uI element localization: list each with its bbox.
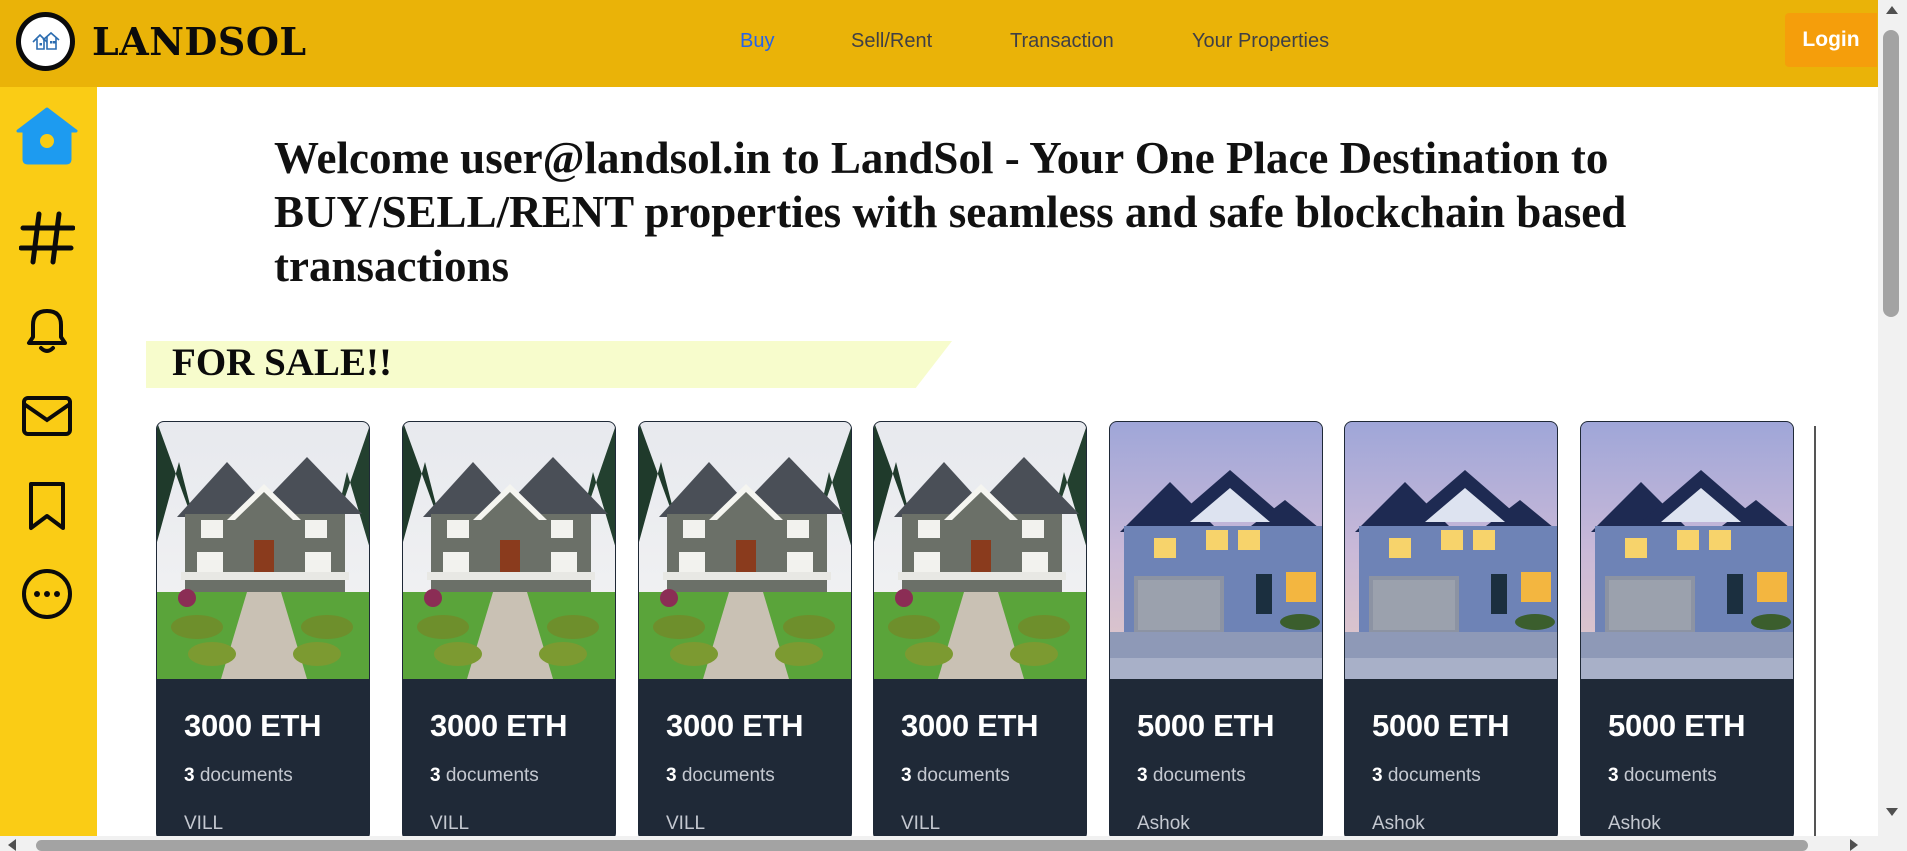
- listing-card[interactable]: 5000 ETH 3 documents Ashok: [1580, 421, 1794, 841]
- listing-price: 5000 ETH: [1137, 708, 1275, 743]
- listing-price: 5000 ETH: [1372, 708, 1510, 743]
- listing-card[interactable]: 5000 ETH 3 documents Ashok: [1109, 421, 1323, 841]
- horizontal-scrollbar-thumb[interactable]: [36, 840, 1808, 851]
- nav-transaction[interactable]: Transaction: [1010, 30, 1114, 53]
- listing-owner: VILL: [430, 813, 470, 834]
- listing-documents: 3 documents: [184, 765, 293, 786]
- scroll-left-arrow-icon[interactable]: [6, 838, 18, 851]
- listing-price: 5000 ETH: [1608, 708, 1746, 743]
- house-logo-icon: [31, 31, 60, 50]
- scroll-up-arrow-icon[interactable]: [1884, 4, 1900, 16]
- listing-documents: 3 documents: [1372, 765, 1481, 786]
- property-image: [1581, 422, 1794, 679]
- brand-name: LANDSOL: [92, 19, 307, 64]
- bookmark-icon[interactable]: [14, 473, 80, 539]
- listing-cards: 3000 ETH 3 documents VILL 3000 ETH 3 doc…: [156, 421, 1816, 841]
- top-navbar: LANDSOL Buy Sell/Rent Transaction Your P…: [0, 0, 1878, 87]
- section-title: FOR SALE!!: [172, 341, 392, 384]
- listing-price: 3000 ETH: [430, 708, 568, 743]
- mail-icon[interactable]: [14, 383, 80, 449]
- login-button[interactable]: Login: [1785, 13, 1877, 67]
- property-image: [1110, 422, 1323, 679]
- property-image: [1345, 422, 1558, 679]
- listing-documents: 3 documents: [901, 765, 1010, 786]
- nav-buy[interactable]: Buy: [740, 30, 774, 53]
- listing-owner: Ashok: [1608, 813, 1661, 834]
- hashtag-icon[interactable]: [14, 205, 80, 271]
- logo: [16, 12, 75, 71]
- listing-price: 3000 ETH: [901, 708, 1039, 743]
- nav-sell-rent[interactable]: Sell/Rent: [851, 30, 932, 53]
- listing-documents: 3 documents: [1137, 765, 1246, 786]
- property-image: [639, 422, 852, 679]
- listing-documents: 3 documents: [1608, 765, 1717, 786]
- listing-card[interactable]: 3000 ETH 3 documents VILL: [156, 421, 370, 841]
- nav-your-properties[interactable]: Your Properties: [1192, 30, 1329, 53]
- scroll-down-arrow-icon[interactable]: [1884, 806, 1900, 818]
- listing-owner: VILL: [901, 813, 941, 834]
- more-icon[interactable]: [14, 561, 80, 627]
- listing-documents: 3 documents: [430, 765, 539, 786]
- bell-icon[interactable]: [14, 296, 80, 362]
- property-image: [874, 422, 1087, 679]
- scroll-right-arrow-icon[interactable]: [1848, 838, 1860, 851]
- listing-price: 3000 ETH: [184, 708, 322, 743]
- home-icon[interactable]: [14, 103, 80, 169]
- listing-documents: 3 documents: [666, 765, 775, 786]
- sidebar: [0, 87, 97, 851]
- vertical-scrollbar-thumb[interactable]: [1883, 30, 1899, 317]
- next-card-edge: [1814, 426, 1816, 836]
- listing-price: 3000 ETH: [666, 708, 804, 743]
- property-image: [403, 422, 616, 679]
- listing-card[interactable]: 3000 ETH 3 documents VILL: [638, 421, 852, 841]
- listing-card[interactable]: 5000 ETH 3 documents Ashok: [1344, 421, 1558, 841]
- listing-card[interactable]: 3000 ETH 3 documents VILL: [402, 421, 616, 841]
- brand[interactable]: LANDSOL: [16, 12, 307, 71]
- welcome-heading: Welcome user@landsol.in to LandSol - You…: [274, 133, 1627, 291]
- listing-owner: Ashok: [1372, 813, 1425, 834]
- listing-owner: VILL: [184, 813, 224, 834]
- property-image: [157, 422, 370, 679]
- listing-owner: VILL: [666, 813, 706, 834]
- page: LANDSOL Buy Sell/Rent Transaction Your P…: [0, 0, 1907, 851]
- listing-card[interactable]: 3000 ETH 3 documents VILL: [873, 421, 1087, 841]
- listing-owner: Ashok: [1137, 813, 1190, 834]
